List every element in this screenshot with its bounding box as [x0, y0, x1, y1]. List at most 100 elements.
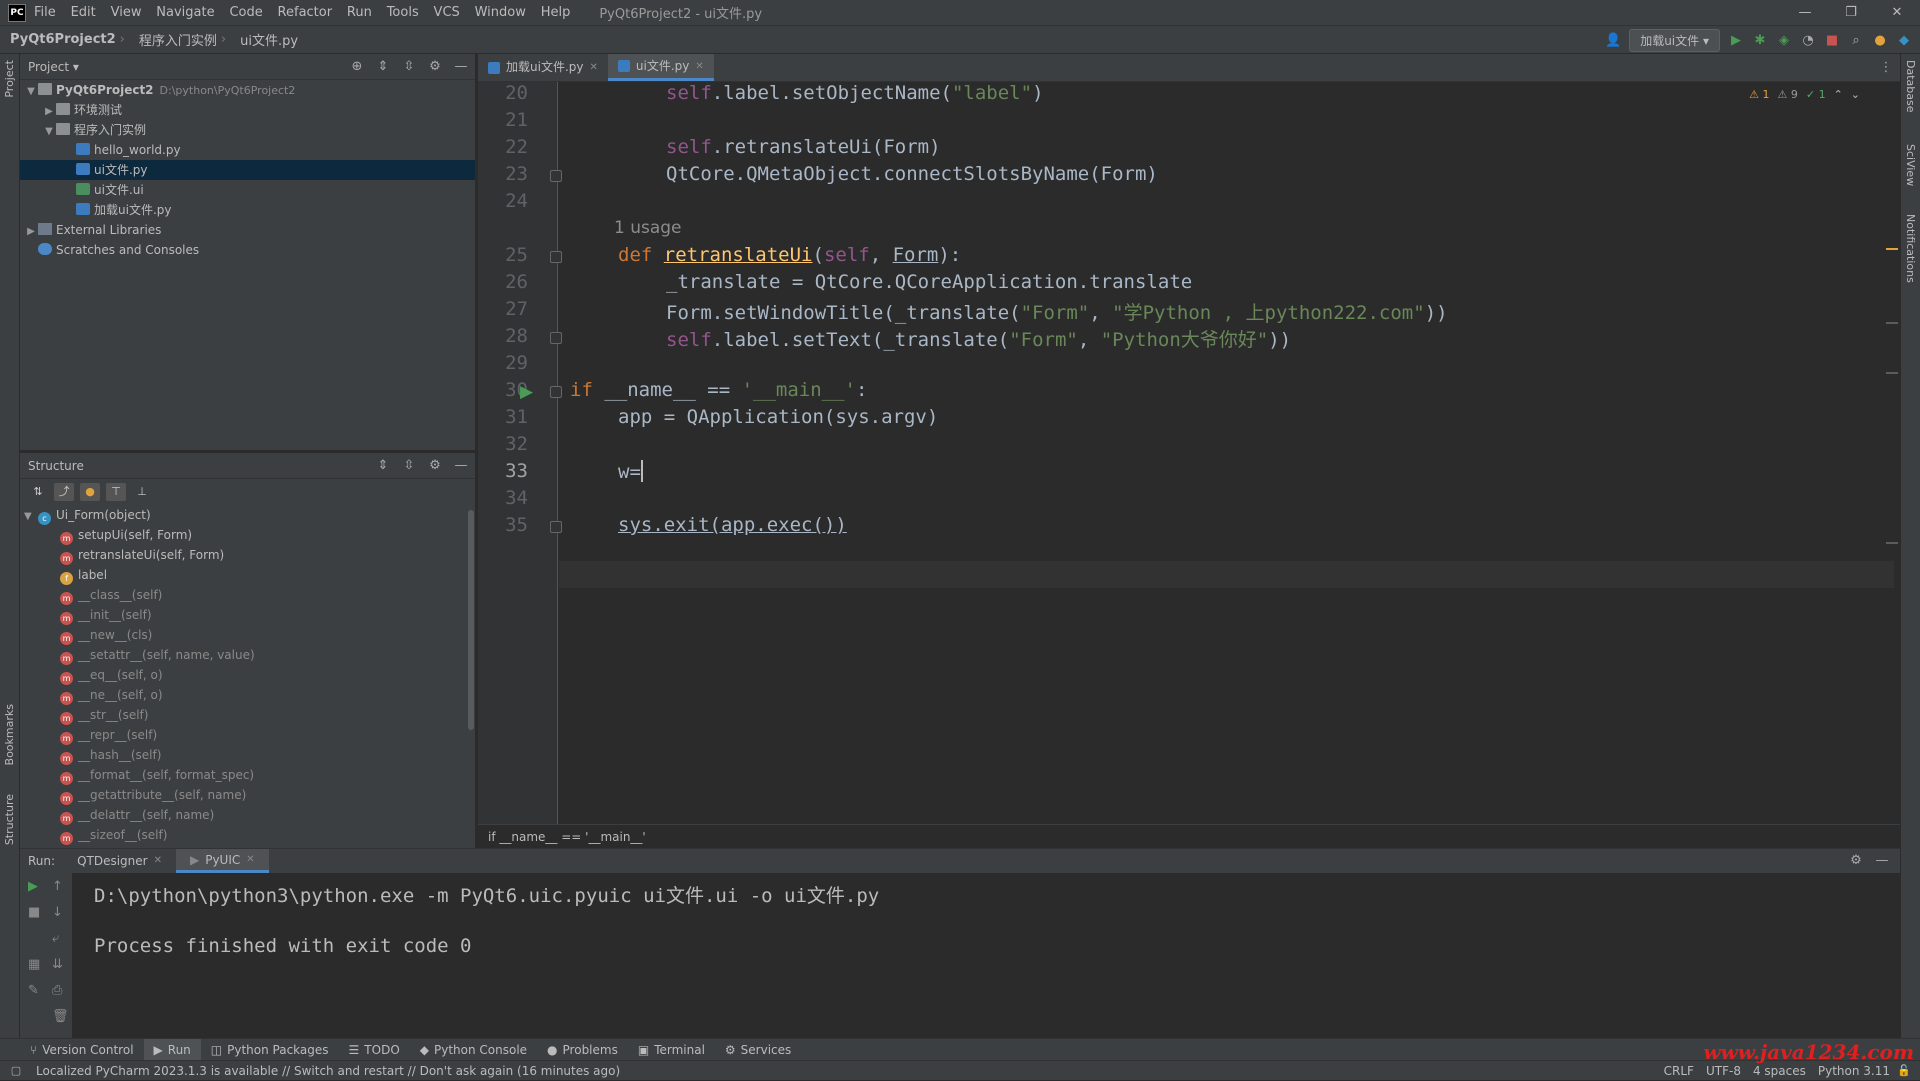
structure-tool-window-button[interactable]: Structure: [3, 794, 16, 845]
structure-member-item[interactable]: m __repr__(self): [20, 725, 475, 745]
line-separator-widget[interactable]: CRLF: [1664, 1061, 1694, 1081]
tree-item-external-libraries[interactable]: ▶ External Libraries: [20, 220, 475, 240]
structure-member-item[interactable]: m __ne__(self, o): [20, 685, 475, 705]
run-gutter-icon[interactable]: ▶: [520, 382, 533, 402]
error-stripe[interactable]: [1886, 372, 1898, 374]
code-line[interactable]: if __name__ == '__main__':: [570, 379, 867, 401]
chevron-right-icon[interactable]: ▶: [42, 102, 56, 122]
code-line[interactable]: self.label.setObjectName("label"): [666, 82, 1044, 104]
code-line[interactable]: app = QApplication(sys.argv): [618, 406, 938, 428]
error-stripe[interactable]: [1886, 542, 1898, 544]
tree-item-hello-world[interactable]: hello_world.py: [20, 140, 475, 160]
profile-icon[interactable]: ◔: [1800, 33, 1816, 49]
structure-member-item[interactable]: m __sizeof__(self): [20, 825, 475, 845]
structure-member-item[interactable]: m __hash__(self): [20, 745, 475, 765]
structure-member-item[interactable]: m setupUi(self, Form): [20, 525, 475, 545]
btab-run[interactable]: ▶ Run: [143, 1038, 201, 1061]
fold-marker-icon[interactable]: [550, 521, 562, 533]
search-icon[interactable]: ⌕: [1848, 33, 1864, 49]
collapse-all-icon[interactable]: ⇳: [401, 59, 417, 75]
menu-refactor[interactable]: Refactor: [278, 5, 333, 20]
code-line[interactable]: sys.exit(app.exec()): [618, 514, 847, 536]
restore-icon[interactable]: ❐: [1828, 0, 1874, 26]
error-stripe[interactable]: [1886, 322, 1898, 324]
tree-item-intro-examples[interactable]: ▼ 程序入门实例: [20, 120, 475, 140]
lock-icon[interactable]: 🔓: [1896, 1063, 1912, 1079]
down-icon[interactable]: ↓: [52, 905, 63, 920]
expand-all-icon[interactable]: ⇕: [375, 458, 391, 474]
gear-icon[interactable]: ⚙: [427, 59, 443, 75]
inspection-widget[interactable]: ⚠ 1 ⚠ 9 ✓ 1 ⌃ ⌄: [1749, 88, 1860, 101]
structure-class-item[interactable]: ▼ c Ui_Form(object): [20, 505, 475, 525]
btab-python-packages[interactable]: ◫ Python Packages: [201, 1039, 339, 1061]
debug-icon[interactable]: ✱: [1752, 33, 1768, 49]
breadcrumb-file[interactable]: ui文件.py: [240, 30, 298, 49]
chevron-up-icon[interactable]: ⌃: [1834, 88, 1843, 101]
tab-ui-py[interactable]: ui文件.py ✕: [607, 54, 714, 81]
hide-icon[interactable]: —: [453, 59, 469, 75]
menu-view[interactable]: View: [111, 5, 142, 20]
more-tabs-icon[interactable]: ⋮: [1878, 60, 1894, 76]
indent-widget[interactable]: 4 spaces: [1753, 1061, 1806, 1081]
structure-member-item[interactable]: f label: [20, 565, 475, 585]
code-line[interactable]: def retranslateUi(self, Form):: [618, 244, 961, 266]
menu-tools[interactable]: Tools: [387, 5, 419, 20]
code-line[interactable]: self.label.setText(_translate("Form", "P…: [666, 325, 1291, 352]
code-line[interactable]: _translate = QtCore.QCoreApplication.tra…: [666, 271, 1192, 293]
sciview-tool-window-button[interactable]: SciView: [1904, 144, 1917, 186]
code-line[interactable]: Form.setWindowTitle(_translate("Form", "…: [666, 298, 1448, 325]
tree-item-load-ui-py[interactable]: 加载ui文件.py: [20, 200, 475, 220]
coverage-icon[interactable]: ◈: [1776, 33, 1792, 49]
soft-wrap-icon[interactable]: ⤶: [52, 931, 59, 946]
close-icon[interactable]: ✕: [1874, 0, 1920, 26]
menu-vcs[interactable]: VCS: [434, 5, 460, 20]
menu-run[interactable]: Run: [347, 5, 372, 20]
show-fields-icon[interactable]: ●: [80, 483, 100, 501]
expand-all-icon[interactable]: ⇕: [375, 59, 391, 75]
chevron-down-icon[interactable]: ▼: [42, 122, 56, 142]
fold-marker-icon[interactable]: [550, 386, 562, 398]
encoding-widget[interactable]: UTF-8: [1706, 1061, 1741, 1081]
fold-marker-icon[interactable]: [550, 332, 562, 344]
structure-member-item[interactable]: m __delattr__(self, name): [20, 805, 475, 825]
btab-version-control[interactable]: ⑂ Version Control: [20, 1039, 144, 1061]
hide-icon[interactable]: —: [453, 458, 469, 474]
project-tool-window-button[interactable]: Project: [3, 60, 16, 98]
structure-member-item[interactable]: m __format__(self, format_spec): [20, 765, 475, 785]
btab-python-console[interactable]: ◆ Python Console: [410, 1039, 537, 1061]
tab-load-ui-py[interactable]: 加载ui文件.py ✕: [478, 54, 608, 81]
fold-marker-icon[interactable]: [550, 170, 562, 182]
tree-root-project[interactable]: ▼ PyQt6Project2 D:\python\PyQt6Project2: [20, 80, 475, 100]
tree-item-env-test[interactable]: ▶ 环境测试: [20, 100, 475, 120]
rerun-icon[interactable]: ▶: [28, 879, 38, 894]
menu-help[interactable]: Help: [541, 5, 571, 20]
database-tool-window-button[interactable]: Database: [1904, 60, 1917, 113]
tree-item-ui-py[interactable]: ui文件.py: [20, 160, 475, 180]
notifications-tool-window-button[interactable]: Notifications: [1904, 214, 1917, 283]
breadcrumb-project[interactable]: PyQt6Project2: [10, 32, 116, 47]
breadcrumb-folder[interactable]: 程序入门实例: [139, 30, 217, 49]
structure-member-item[interactable]: m __class__(self): [20, 585, 475, 605]
sort-alpha-icon[interactable]: ⇅: [28, 483, 48, 501]
close-tab-icon[interactable]: ✕: [246, 848, 254, 872]
tree-item-ui-file[interactable]: ui文件.ui: [20, 180, 475, 200]
collapse-all-icon[interactable]: ⇳: [401, 458, 417, 474]
filter-icon[interactable]: ⊥: [132, 483, 152, 501]
run-tab-qtdesigner[interactable]: QTDesigner ✕: [63, 849, 176, 873]
chevron-right-icon[interactable]: ▶: [24, 222, 38, 242]
close-tab-icon[interactable]: ✕: [154, 849, 162, 873]
structure-member-item[interactable]: m __eq__(self, o): [20, 665, 475, 685]
code-line[interactable]: w=: [618, 460, 643, 483]
toggle-tool-windows-icon[interactable]: ▢: [8, 1063, 24, 1079]
fold-marker-icon[interactable]: [550, 251, 562, 263]
warning-count[interactable]: ⚠ 1: [1749, 88, 1769, 101]
chevron-down-icon[interactable]: ▼: [24, 82, 38, 102]
pin-icon[interactable]: ✎: [28, 983, 39, 998]
code-breadcrumb[interactable]: if __name__ == '__main__': [478, 824, 1900, 848]
chevron-down-icon[interactable]: ⌄: [1851, 88, 1860, 101]
gear-icon[interactable]: ⚙: [1848, 853, 1864, 869]
structure-member-item[interactable]: m __getattribute__(self, name): [20, 785, 475, 805]
structure-member-item[interactable]: m __str__(self): [20, 705, 475, 725]
run-icon[interactable]: ▶: [1728, 33, 1744, 49]
interpreter-widget[interactable]: Python 3.11: [1818, 1061, 1890, 1081]
